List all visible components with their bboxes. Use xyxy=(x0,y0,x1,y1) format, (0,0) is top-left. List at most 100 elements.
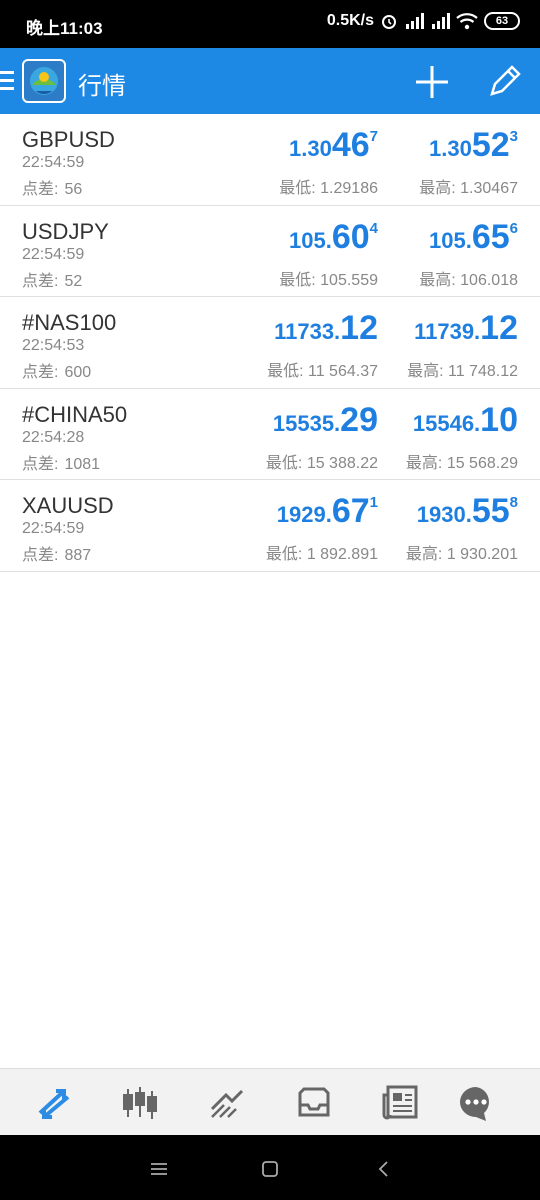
quote-row-usdjpy[interactable]: USDJPY 22:54:59 点差: 52 105.604 105.656 最低… xyxy=(0,206,540,297)
edit-button[interactable] xyxy=(484,62,524,102)
symbol-name: XAUUSD xyxy=(22,493,114,518)
spread-label: 点差: xyxy=(22,455,59,473)
add-symbol-button[interactable] xyxy=(412,62,452,102)
quote-time: 22:54:53 xyxy=(22,337,85,354)
recent-apps-button[interactable] xyxy=(145,1155,173,1183)
ask-price-main: 12 xyxy=(480,309,518,347)
spread-value: 600 xyxy=(64,364,92,381)
wifi-icon xyxy=(456,13,478,30)
menu-lines-icon xyxy=(151,1163,167,1175)
symbol-name: #CHINA50 xyxy=(22,401,128,427)
quotes-icon xyxy=(38,1089,70,1119)
system-nav-bar xyxy=(0,1135,540,1200)
spread: 点差: 887 xyxy=(22,541,91,565)
back-button[interactable] xyxy=(370,1155,398,1183)
status-time: 晚上11:03 xyxy=(26,19,103,38)
bid-price-pip: 1 xyxy=(369,494,378,511)
symbol-name: GBPUSD xyxy=(22,127,115,152)
bid-price-prefix: 1.30 xyxy=(289,136,332,161)
bid-price-pip: 4 xyxy=(369,219,378,237)
nav-quotes[interactable] xyxy=(34,1083,74,1123)
high-price: 最高: 106.018 xyxy=(419,271,518,289)
ask-price-prefix: 15546. xyxy=(412,410,481,436)
ask-price-pip: 3 xyxy=(509,128,518,145)
nav-news[interactable] xyxy=(380,1083,420,1123)
spread-value: 887 xyxy=(64,547,92,564)
signal-icon xyxy=(432,13,450,29)
bottom-nav xyxy=(0,1068,540,1135)
quote-row-xauusd[interactable]: XAUUSD 22:54:59 点差: 887 1929.671 1930.558… xyxy=(0,480,540,572)
status-bar: 晚上11:03 0.5K/s 63 xyxy=(0,0,540,48)
high-price: 最高: 15 568.29 xyxy=(405,454,518,472)
square-icon xyxy=(262,1161,278,1177)
metatrader-logo-icon xyxy=(22,59,66,103)
news-icon xyxy=(382,1085,418,1120)
bid-price-pip: 7 xyxy=(369,128,378,145)
home-button[interactable] xyxy=(256,1155,284,1183)
spread: 点差: 56 xyxy=(22,175,82,199)
ask-price: 1930.558 xyxy=(417,492,518,531)
alarm-icon xyxy=(382,15,396,29)
low-price: 最低: 15 388.22 xyxy=(265,454,378,472)
nav-chat[interactable] xyxy=(456,1083,496,1123)
spread-value: 56 xyxy=(64,181,83,198)
quote-row-gbpusd[interactable]: GBPUSD 22:54:59 点差: 56 1.30467 1.30523 最低… xyxy=(0,114,540,206)
quote-time: 22:54:59 xyxy=(22,520,85,537)
bid-price: 11733.12 xyxy=(274,309,378,348)
bid-price: 1929.671 xyxy=(277,492,378,531)
symbol-name: #NAS100 xyxy=(22,310,117,335)
spread: 点差: 600 xyxy=(22,358,91,382)
low-price: 最低: 1 892.891 xyxy=(265,546,378,563)
ask-price-prefix: 1.30 xyxy=(429,136,472,161)
spread-value: 1081 xyxy=(64,455,101,473)
spread-value: 52 xyxy=(64,272,83,290)
chart-icon xyxy=(123,1087,157,1119)
ask-price-main: 55 xyxy=(471,492,510,530)
status-icons: 0.5K/s 63 xyxy=(327,12,520,30)
high-price: 最高: 1.30467 xyxy=(419,180,518,197)
pencil-icon xyxy=(490,65,521,96)
bid-price-main: 60 xyxy=(331,217,370,256)
nav-chart[interactable] xyxy=(120,1083,160,1123)
network-speed: 0.5K/s xyxy=(326,12,374,29)
low-price: 最低: 105.559 xyxy=(279,271,378,289)
bid-price-main: 46 xyxy=(331,126,370,164)
nav-history[interactable] xyxy=(294,1083,334,1123)
ask-price-pip: 6 xyxy=(509,219,518,237)
high-price: 最高: 11 748.12 xyxy=(407,363,518,380)
battery-icon: 63 xyxy=(484,12,520,30)
bid-price: 15535.29 xyxy=(273,401,378,440)
history-icon xyxy=(298,1087,330,1117)
symbol-name: USDJPY xyxy=(22,218,109,244)
spread-label: 点差: xyxy=(22,272,59,290)
ask-price-prefix: 105. xyxy=(429,227,472,253)
app-bar: 行情 xyxy=(0,48,540,114)
bid-price-main: 12 xyxy=(340,309,378,347)
spread: 点差: 52 xyxy=(22,267,82,291)
spread-label: 点差: xyxy=(22,364,59,381)
menu-icon[interactable] xyxy=(0,71,14,91)
ask-price-prefix: 1930. xyxy=(416,502,472,527)
low-price: 最低: 1.29186 xyxy=(279,180,378,197)
bid-price-main: 67 xyxy=(331,492,370,530)
spread-label: 点差: xyxy=(22,181,59,198)
quote-row-china50[interactable]: #CHINA50 22:54:28 点差: 1081 15535.29 15546… xyxy=(0,389,540,480)
quotes-list: GBPUSD 22:54:59 点差: 56 1.30467 1.30523 最低… xyxy=(0,114,540,572)
low-price: 最低: 11 564.37 xyxy=(267,363,378,380)
spread: 点差: 1081 xyxy=(22,450,100,474)
bid-price-main: 29 xyxy=(340,400,378,439)
bid-price-prefix: 15535. xyxy=(272,410,341,436)
ask-price-main: 10 xyxy=(480,400,518,439)
signal-hd-icon xyxy=(406,13,424,29)
chat-icon xyxy=(460,1087,489,1121)
high-price: 最高: 1 930.201 xyxy=(405,546,518,563)
ask-price: 11739.12 xyxy=(414,309,518,348)
ask-price-prefix: 11739. xyxy=(414,319,481,344)
trade-icon xyxy=(210,1089,244,1118)
ask-price: 105.656 xyxy=(429,218,518,257)
quote-time: 22:54:28 xyxy=(22,428,85,446)
bid-price: 1.30467 xyxy=(289,126,378,165)
nav-trade[interactable] xyxy=(206,1083,246,1123)
quote-row-nas100[interactable]: #NAS100 22:54:53 点差: 600 11733.12 11739.1… xyxy=(0,297,540,389)
bid-price-prefix: 105. xyxy=(289,227,332,253)
